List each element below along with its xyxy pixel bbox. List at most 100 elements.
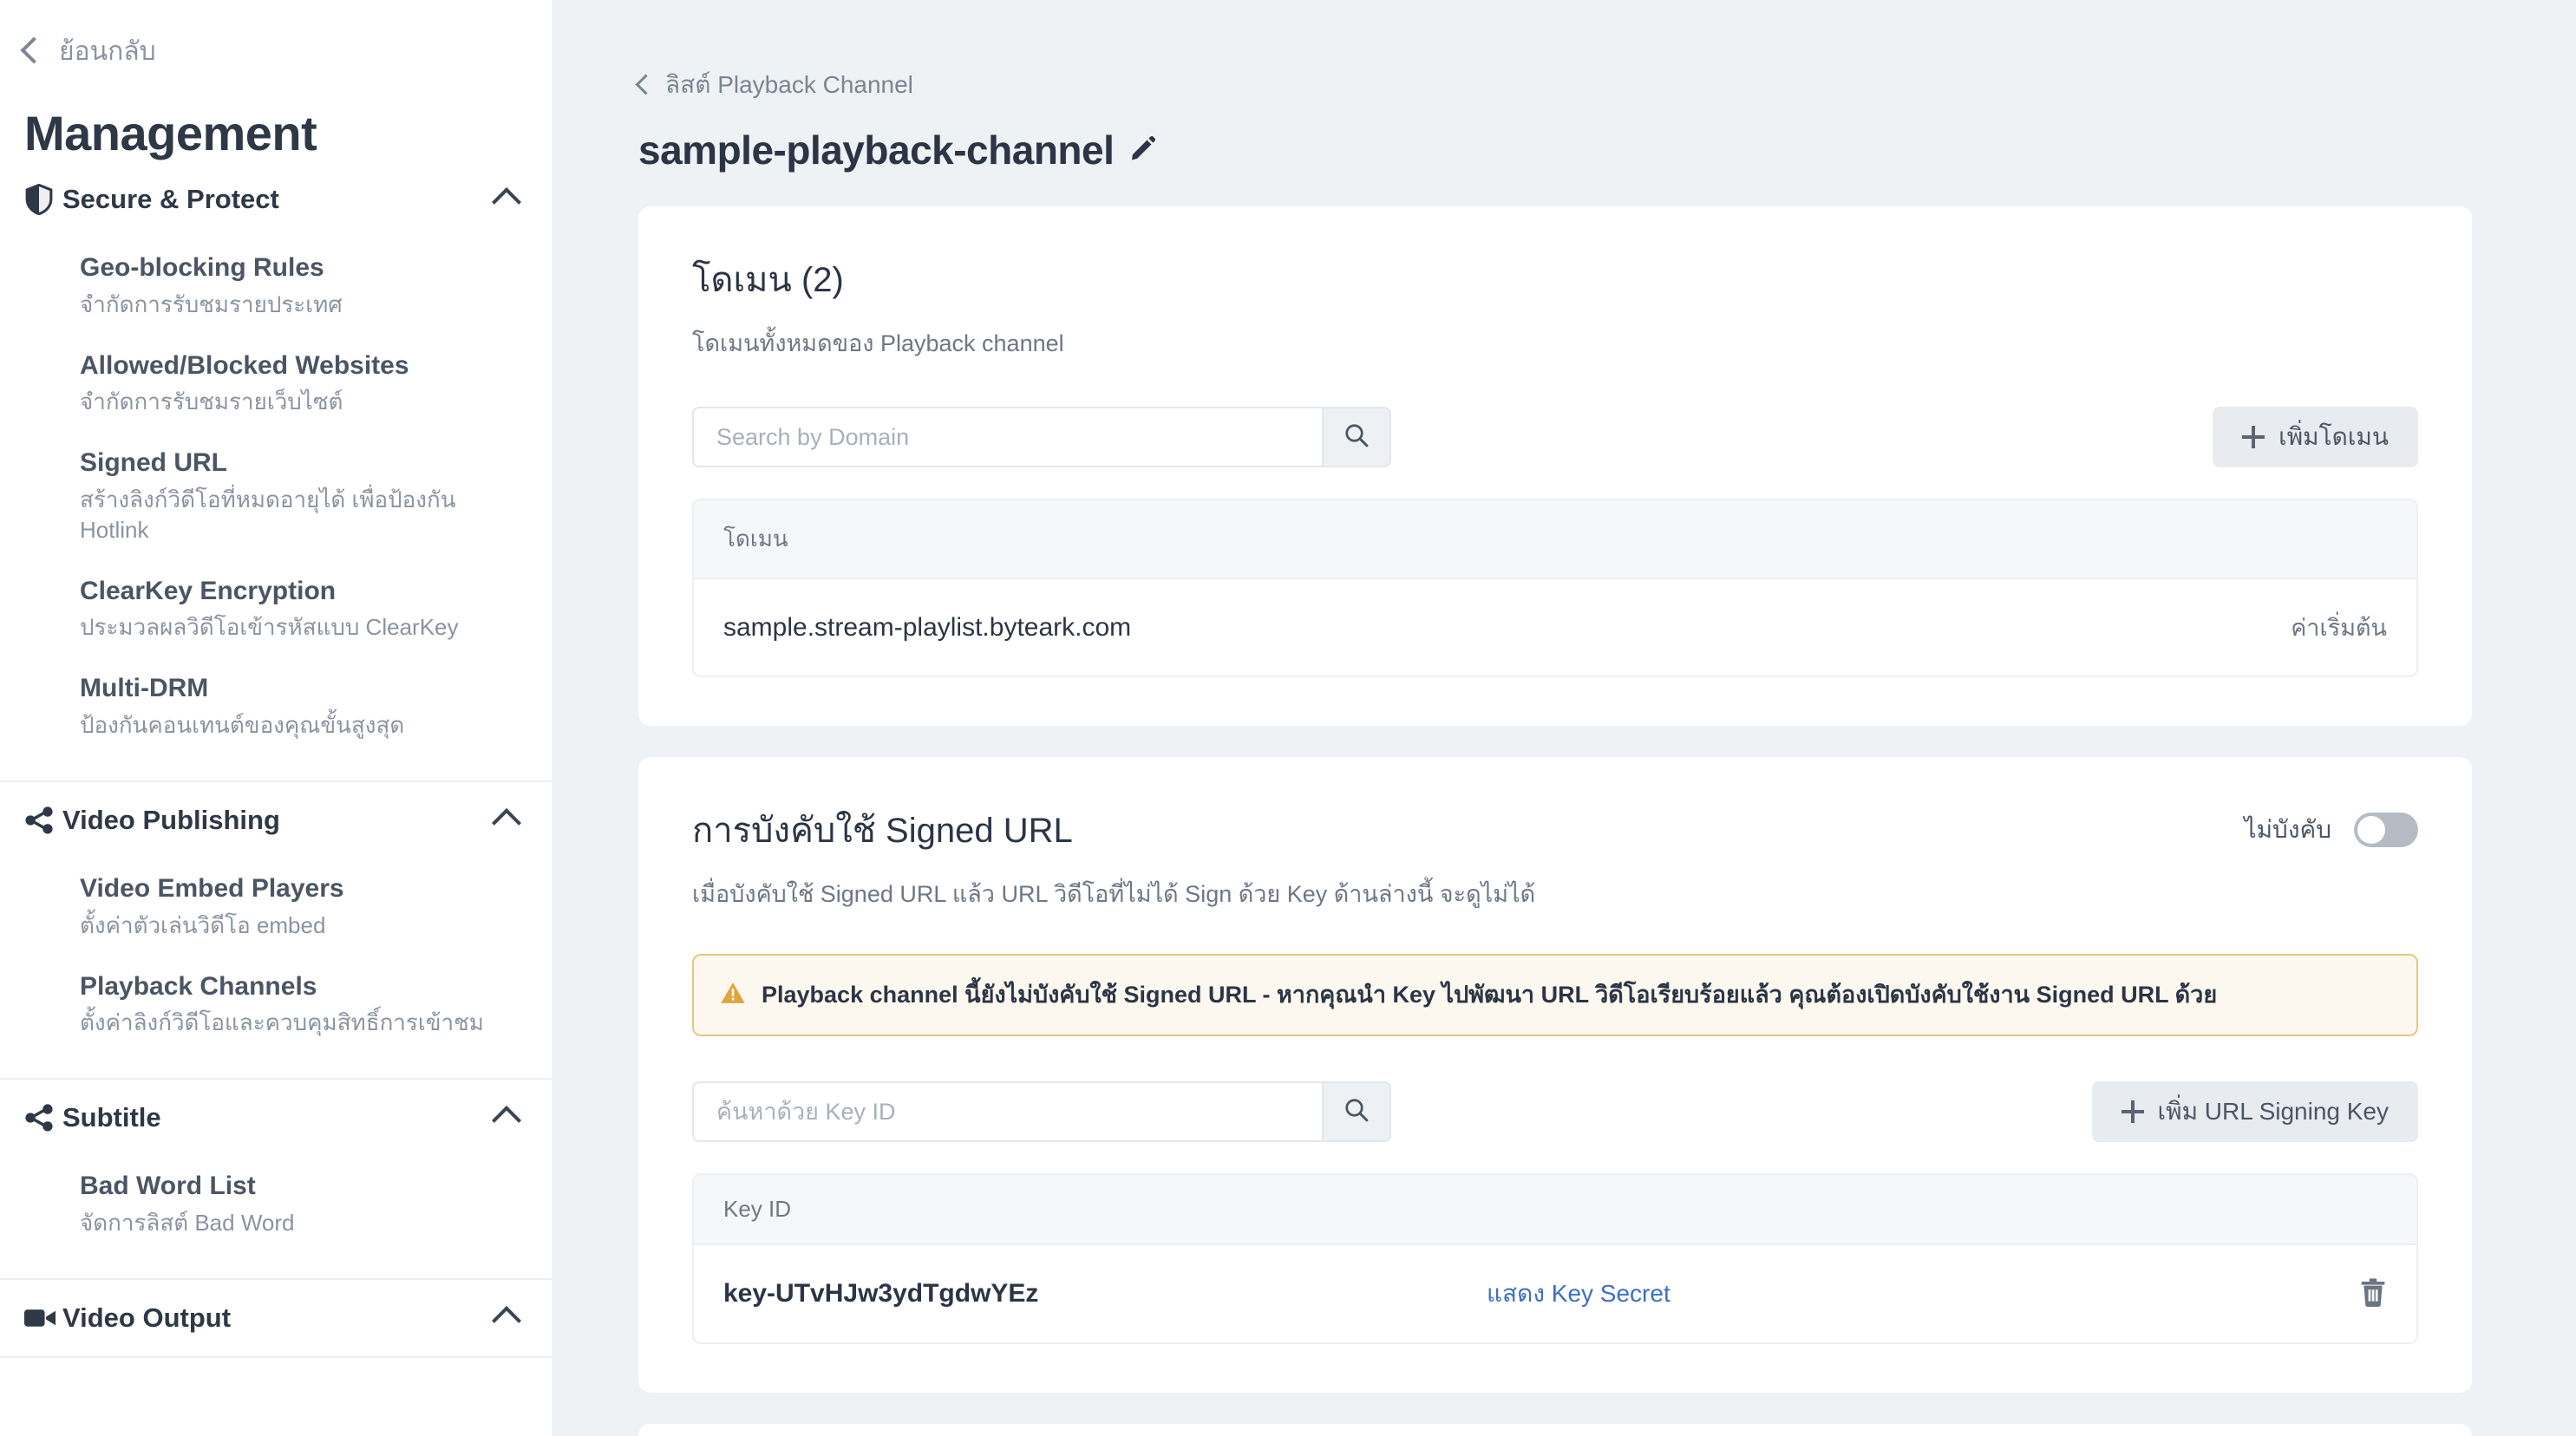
chevron-up-icon: [492, 187, 521, 217]
sidebar-section-video-publishing: Video Publishing Video Embed Players ตั้…: [0, 782, 552, 1080]
domain-toolbar: เพิ่มโดเมน: [692, 407, 2418, 467]
domain-search-button[interactable]: [1322, 407, 1391, 467]
sidebar-section-secure-protect: Secure & Protect Geo-blocking Rules จำกั…: [0, 161, 552, 783]
sidebar-section-header-subtitle[interactable]: Subtitle: [0, 1080, 552, 1156]
chevron-up-icon: [492, 1305, 521, 1335]
domain-search-input[interactable]: [692, 407, 1322, 467]
back-label: ย้อนกลับ: [59, 37, 156, 66]
domain-card-title: โดเมน (2): [692, 261, 844, 299]
warning-triangle-icon: [720, 981, 746, 1009]
sidebar-section-label: Video Output: [62, 1302, 232, 1333]
share-icon: [24, 1104, 62, 1132]
sidebar-item-clearkey-encryption[interactable]: ClearKey Encryption ประมวลผลวิดีโอเข้ารห…: [0, 561, 552, 659]
sidebar-section-items: Geo-blocking Rules จำกัดการรับชมรายประเท…: [0, 238, 552, 780]
reveal-key-secret-link[interactable]: แสดง Key Secret: [1487, 1280, 1670, 1307]
sidebar-item-allowed-blocked-websites[interactable]: Allowed/Blocked Websites จำกัดการรับชมรา…: [0, 336, 552, 434]
signed-url-toggle-label: ไม่บังคับ: [2244, 816, 2332, 843]
sidebar-section-header-video-publishing[interactable]: Video Publishing: [0, 782, 552, 858]
sidebar-item-label: Playback Channels: [80, 971, 317, 1001]
sidebar-item-description: สร้างลิงก์วิดีโอที่หมดอายุได้ เพื่อป้องก…: [80, 486, 456, 543]
domain-cell-badge: ค่าเริ่มต้น: [2291, 615, 2387, 641]
sidebar-section-label: Secure & Protect: [62, 184, 279, 214]
add-url-signing-key-label: เพิ่ม URL Signing Key: [2157, 1098, 2389, 1126]
back-button[interactable]: ย้อนกลับ: [0, 0, 552, 72]
signed-url-card-title: การบังคับใช้ Signed URL: [692, 812, 1073, 850]
sidebar-section-label: Subtitle: [62, 1102, 161, 1133]
search-icon: [1344, 422, 1370, 453]
reveal-key-secret-link-wrap: แสดง Key Secret: [1487, 1275, 2359, 1313]
video-camera-icon: [24, 1307, 62, 1329]
sidebar-item-label: Geo-blocking Rules: [80, 253, 324, 282]
key-search-box: [692, 1081, 1391, 1143]
sidebar-item-label: Multi-DRM: [80, 674, 209, 703]
add-domain-button[interactable]: เพิ่มโดเมน: [2213, 407, 2418, 467]
domain-card-subtitle: โดเมนทั้งหมดของ Playback channel: [692, 330, 1064, 356]
signing-key-table-header: Key ID: [694, 1175, 2416, 1246]
next-card-partial: [638, 1424, 2472, 1436]
signing-key-table: Key ID key-UTvHJw3ydTgdwYEz แสดง Key Sec…: [692, 1173, 2418, 1345]
delete-key-button[interactable]: [2359, 1277, 2387, 1311]
trash-icon: [2361, 1278, 2385, 1307]
shield-icon: [24, 184, 62, 215]
chevron-up-icon: [492, 808, 521, 839]
sidebar-item-description: จำกัดการรับชมรายเว็บไซต์: [80, 388, 343, 415]
key-id-cell: key-UTvHJw3ydTgdwYEz: [723, 1279, 1039, 1309]
sidebar-item-label: Signed URL: [80, 448, 227, 478]
sidebar-item-bad-word-list[interactable]: Bad Word List จัดการลิสต์ Bad Word: [0, 1156, 552, 1254]
sidebar-item-label: ClearKey Encryption: [80, 576, 337, 605]
table-row[interactable]: key-UTvHJw3ydTgdwYEz แสดง Key Secret: [694, 1245, 2416, 1343]
sidebar-section-items: Video Embed Players ตั้งค่าตัวเล่นวิดีโอ…: [0, 858, 552, 1078]
app-root: ย้อนกลับ Management Secure & Protect Geo…: [0, 0, 2576, 1436]
domain-table-header: โดเมน: [694, 500, 2416, 579]
signed-url-toggle-wrap: ไม่บังคับ: [2244, 811, 2418, 849]
sidebar-title: Management: [24, 106, 317, 160]
sidebar-item-label: Video Embed Players: [80, 874, 344, 904]
plus-icon: [2121, 1100, 2144, 1124]
signed-url-warning-text: Playback channel นี้ยังไม่บังคับใช้ Sign…: [762, 982, 2218, 1008]
signing-key-toolbar: เพิ่ม URL Signing Key: [692, 1081, 2418, 1143]
sidebar-section-subtitle: Subtitle Bad Word List จัดการลิสต์ Bad W…: [0, 1080, 552, 1280]
sidebar-item-description: ประมวลผลวิดีโอเข้ารหัสแบบ ClearKey: [80, 614, 459, 641]
signed-url-card: การบังคับใช้ Signed URL ไม่บังคับ เมื่อบ…: [638, 757, 2472, 1394]
sidebar-item-geo-blocking-rules[interactable]: Geo-blocking Rules จำกัดการรับชมรายประเท…: [0, 238, 552, 336]
breadcrumb[interactable]: ลิสต์ Playback Channel: [635, 0, 2472, 104]
share-icon: [24, 806, 62, 834]
breadcrumb-label: ลิสต์ Playback Channel: [665, 71, 913, 98]
sidebar-item-description: จัดการลิสต์ Bad Word: [80, 1209, 295, 1236]
sidebar-item-multi-drm[interactable]: Multi-DRM ป้องกันคอนเทนต์ของคุณขั้นสูงสุ…: [0, 658, 552, 756]
sidebar-item-playback-channels[interactable]: Playback Channels ตั้งค่าลิงก์วิดีโอและค…: [0, 956, 552, 1054]
sidebar-section-header-secure-protect[interactable]: Secure & Protect: [0, 161, 552, 238]
pencil-icon[interactable]: [1129, 134, 1157, 166]
sidebar-item-label: Allowed/Blocked Websites: [80, 350, 409, 380]
page-title-row: sample-playback-channel: [638, 127, 2472, 173]
sidebar-item-label: Bad Word List: [80, 1172, 256, 1201]
search-icon: [1344, 1097, 1370, 1127]
signed-url-warning-banner: Playback channel นี้ยังไม่บังคับใช้ Sign…: [692, 954, 2418, 1037]
sidebar-item-description: จำกัดการรับชมรายประเทศ: [80, 290, 343, 317]
sidebar-item-signed-url[interactable]: Signed URL สร้างลิงก์วิดีโอที่หมดอายุได้…: [0, 433, 552, 561]
main-content: ลิสต์ Playback Channel sample-playback-c…: [552, 0, 2576, 1436]
domain-table: โดเมน sample.stream-playlist.byteark.com…: [692, 499, 2418, 677]
sidebar-item-description: ตั้งค่าตัวเล่นวิดีโอ embed: [80, 911, 326, 938]
key-search-input[interactable]: [692, 1081, 1322, 1143]
sidebar-item-video-embed-players[interactable]: Video Embed Players ตั้งค่าตัวเล่นวิดีโอ…: [0, 858, 552, 956]
domain-cell-name: sample.stream-playlist.byteark.com: [723, 612, 1132, 642]
sidebar-item-description: ป้องกันคอนเทนต์ของคุณขั้นสูงสุด: [80, 711, 405, 738]
signed-url-toggle[interactable]: [2354, 813, 2418, 847]
chevron-left-icon: [20, 36, 48, 64]
page-title: sample-playback-channel: [638, 127, 1115, 173]
add-domain-label: เพิ่มโดเมน: [2279, 423, 2389, 450]
chevron-up-icon: [492, 1106, 521, 1136]
add-url-signing-key-button[interactable]: เพิ่ม URL Signing Key: [2091, 1081, 2418, 1143]
table-row[interactable]: sample.stream-playlist.byteark.com ค่าเร…: [694, 579, 2416, 676]
sidebar-section-video-output: Video Output: [0, 1280, 552, 1358]
key-search-button[interactable]: [1322, 1081, 1391, 1143]
signed-url-header-row: การบังคับใช้ Signed URL ไม่บังคับ: [692, 802, 2418, 858]
sidebar-section-label: Video Publishing: [62, 805, 280, 836]
plus-icon: [2242, 426, 2265, 448]
domain-card: โดเมน (2) โดเมนทั้งหมดของ Playback chann…: [638, 206, 2472, 726]
toggle-knob: [2357, 816, 2385, 844]
sidebar-section-header-video-output[interactable]: Video Output: [0, 1280, 552, 1356]
sidebar: ย้อนกลับ Management Secure & Protect Geo…: [0, 0, 552, 1436]
domain-search-box: [692, 407, 1391, 467]
